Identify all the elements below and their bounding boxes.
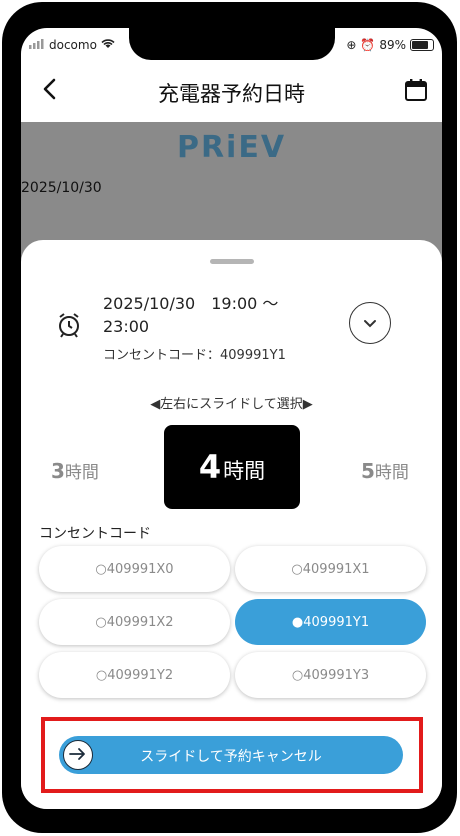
- status-left: docomo: [29, 38, 115, 52]
- carrier-name: docomo: [49, 38, 97, 52]
- brand-logo: PRiEV: [176, 130, 287, 165]
- expand-button[interactable]: [349, 302, 391, 344]
- duration-option-selected[interactable]: 4 時間: [164, 425, 300, 509]
- wifi-icon: [101, 38, 115, 52]
- duration-prev-number: 3: [51, 459, 65, 483]
- status-right: ⊕ ⏰ 89%: [346, 38, 434, 52]
- duration-prev-unit: 時間: [64, 463, 99, 483]
- outlet-option-x1[interactable]: ○409991X1: [235, 546, 426, 592]
- outlet-option-x2[interactable]: ○409991X2: [39, 599, 230, 645]
- duration-selected-number: 4: [198, 448, 222, 486]
- navigation-bar: 充電器予約日時: [21, 60, 442, 122]
- calendar-icon[interactable]: [404, 78, 428, 102]
- duration-selected-unit: 時間: [223, 459, 266, 483]
- duration-next-unit: 時間: [374, 463, 409, 483]
- outlet-option-x0[interactable]: ○409991X0: [39, 546, 230, 592]
- duration-next-number: 5: [361, 459, 375, 483]
- reservation-datetime: 2025/10/30 19:00 〜: [103, 294, 279, 313]
- outlet-option-y3[interactable]: ○409991Y3: [235, 652, 426, 698]
- sheet-handle[interactable]: [210, 259, 254, 264]
- reservation-end-time: 23:00: [103, 317, 150, 336]
- lock-rotation-icon: ⊕: [346, 38, 357, 52]
- cancel-reservation-slider[interactable]: スライドして予約キャンセル: [59, 736, 403, 774]
- outlet-code-label: コンセントコード: [39, 526, 151, 542]
- alarm-status-icon: ⏰: [360, 38, 376, 52]
- phone-frame: PRiEV 2025/10/30 docomo ⊕ ⏰ 89% 充電器予約日時: [2, 2, 457, 833]
- battery-percent: 89%: [379, 38, 406, 52]
- notch: [129, 28, 335, 60]
- duration-slide-hint: ◀左右にスライドして選択▶: [150, 397, 313, 412]
- cancel-slider-label: スライドして予約キャンセル: [140, 749, 322, 765]
- reservation-outlet-code: コンセントコード：409991Y1: [103, 348, 286, 363]
- outlet-option-y2[interactable]: ○409991Y2: [39, 652, 230, 698]
- duration-option-prev[interactable]: 3時間: [51, 458, 99, 483]
- screen: PRiEV 2025/10/30 docomo ⊕ ⏰ 89% 充電器予約日時: [21, 28, 442, 809]
- duration-option-next[interactable]: 5時間: [361, 458, 409, 483]
- bottom-sheet: 2025/10/30 19:00 〜 23:00 コンセントコード：409991…: [21, 240, 442, 809]
- page-title: 充電器予約日時: [158, 82, 305, 106]
- signal-icon: [29, 38, 45, 52]
- background-date: 2025/10/30: [21, 180, 102, 196]
- alarm-clock-icon: [57, 312, 81, 338]
- battery-icon: [410, 39, 434, 51]
- outlet-option-y1[interactable]: ●409991Y1: [235, 599, 426, 645]
- chevron-down-icon: [363, 314, 377, 333]
